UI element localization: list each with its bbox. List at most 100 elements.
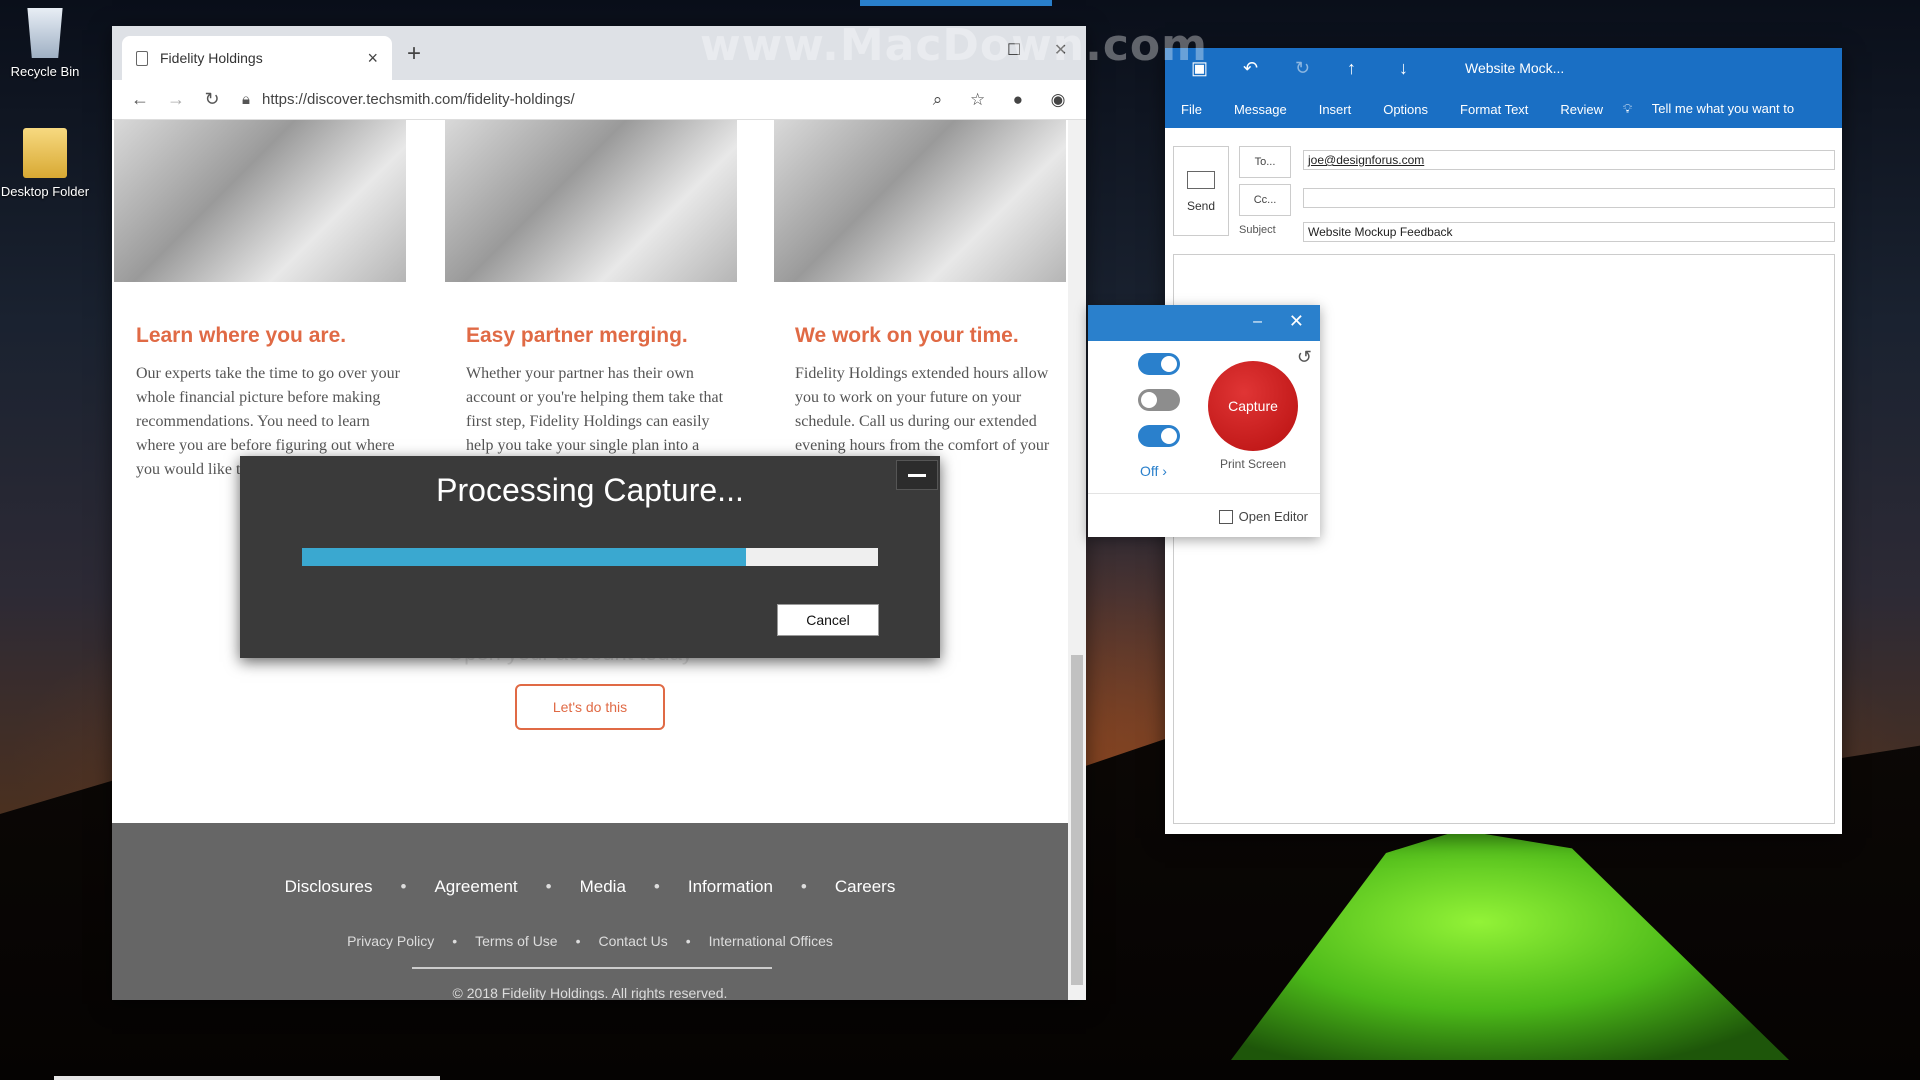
capture-button[interactable]: Capture [1208, 361, 1298, 451]
account-icon[interactable]: ● [1000, 90, 1036, 110]
toggle-knob [1161, 428, 1177, 444]
cc-field[interactable] [1303, 188, 1835, 208]
footer-separator: • [575, 933, 581, 949]
widget-minimize-icon[interactable]: – [1253, 313, 1262, 331]
progress-fill [302, 548, 746, 566]
send-button[interactable]: Send [1173, 146, 1229, 236]
capture-toggle-2[interactable] [1138, 389, 1180, 411]
up-arrow-icon[interactable]: ↑ [1347, 58, 1356, 79]
tell-me-box[interactable]: 💡︎ Tell me what you want to [1623, 101, 1810, 117]
redo-icon[interactable]: ↻ [1295, 58, 1310, 79]
processing-capture-dialog: Processing Capture... Cancel [240, 456, 940, 658]
address-bar: ← → ↻ 🔒︎ https://discover.techsmith.com/… [112, 80, 1086, 120]
delay-off-selector[interactable]: Off › [1140, 463, 1167, 479]
footer-link-media[interactable]: Media [580, 877, 626, 897]
ribbon-tab-insert[interactable]: Insert [1319, 102, 1352, 117]
capture-widget: – ✕ Off › Capture ↺ Print Screen Open Ed… [1088, 305, 1320, 537]
browser-tab[interactable]: Fidelity Holdings × [122, 36, 392, 80]
toggle-knob [1141, 392, 1157, 408]
open-editor-button[interactable]: Open Editor [1218, 509, 1308, 524]
footer-link-international[interactable]: International Offices [709, 933, 833, 949]
back-icon[interactable]: ← [122, 89, 158, 110]
tab-close-icon[interactable]: × [367, 48, 378, 69]
to-field[interactable]: joe@designforus.com [1303, 150, 1835, 170]
footer-divider [412, 967, 772, 969]
tab-title: Fidelity Holdings [160, 50, 263, 66]
ribbon-tab-options[interactable]: Options [1383, 102, 1428, 117]
footer-main-links: Disclosures • Agreement • Media • Inform… [112, 877, 1068, 897]
feature-column-2: Easy partner merging. Whether your partn… [466, 324, 736, 458]
footer-separator: • [685, 933, 691, 949]
feature-text-2: Whether your partner has their own accou… [466, 365, 724, 454]
bookmark-star-icon[interactable]: ☆ [960, 90, 996, 110]
footer-separator: • [452, 933, 458, 949]
delay-off-label: Off [1140, 463, 1159, 479]
footer-separator: • [545, 877, 552, 896]
recycle-bin-shortcut[interactable]: Recycle Bin [0, 8, 90, 79]
capture-toggle-3[interactable] [1138, 425, 1180, 447]
footer-link-agreement[interactable]: Agreement [434, 877, 517, 897]
footer-sub-links: Privacy Policy • Terms of Use • Contact … [112, 933, 1068, 949]
feature-heading-1: Learn where you are. [136, 324, 347, 347]
outlook-window-title: Website Mock... [1465, 60, 1565, 76]
feature-heading-3: We work on your time. [795, 324, 1019, 347]
page-icon [136, 50, 148, 66]
ribbon-tab-message[interactable]: Message [1234, 102, 1287, 117]
extension-icon[interactable]: ◉ [1040, 90, 1076, 110]
ribbon-tab-format-text[interactable]: Format Text [1460, 102, 1528, 117]
footer-copyright: © 2018 Fidelity Holdings. All rights res… [452, 985, 728, 1000]
lock-icon: 🔒︎ [242, 91, 250, 108]
footer-link-disclosures[interactable]: Disclosures [285, 877, 373, 897]
footer-separator: • [800, 877, 807, 896]
page-footer: Disclosures • Agreement • Media • Inform… [112, 823, 1068, 1000]
ribbon-tab-file[interactable]: File [1181, 102, 1202, 117]
reset-icon[interactable]: ↺ [1297, 347, 1312, 368]
edit-icon [1218, 509, 1233, 524]
undo-icon[interactable]: ↶ [1243, 58, 1258, 79]
url-field[interactable]: 🔒︎ https://discover.techsmith.com/fideli… [242, 91, 919, 108]
bottom-strip [54, 1076, 440, 1080]
photo-meeting [114, 120, 406, 282]
outlook-ribbon: File Message Insert Options Format Text … [1165, 90, 1842, 128]
forward-icon[interactable]: → [158, 89, 194, 110]
footer-link-privacy[interactable]: Privacy Policy [347, 933, 434, 949]
scrollbar-thumb[interactable] [1071, 655, 1083, 985]
outlook-titlebar: ▣ ↶ ↻ ↑ ↓ Website Mock... [1165, 48, 1842, 90]
processing-progress-bar [302, 548, 878, 566]
subject-field[interactable]: Website Mockup Feedback [1303, 222, 1835, 242]
footer-link-contact[interactable]: Contact Us [599, 933, 668, 949]
folder-icon [23, 128, 67, 178]
photo-phone [774, 120, 1066, 282]
top-indicator-strip [860, 0, 1052, 6]
footer-separator: • [653, 877, 660, 896]
desktop-folder-label: Desktop Folder [0, 184, 90, 199]
footer-link-careers[interactable]: Careers [835, 877, 895, 897]
url-text: https://discover.techsmith.com/fidelity-… [261, 91, 575, 108]
ribbon-tab-review[interactable]: Review [1560, 102, 1603, 117]
print-screen-label: Print Screen [1219, 457, 1287, 471]
lets-do-this-button[interactable]: Let's do this [515, 684, 665, 730]
send-label: Send [1186, 199, 1216, 213]
toggle-knob [1161, 356, 1177, 372]
dialog-minimize-button[interactable] [896, 460, 938, 490]
recycle-bin-label: Recycle Bin [10, 64, 80, 79]
widget-close-icon[interactable]: ✕ [1289, 311, 1304, 332]
open-editor-label: Open Editor [1238, 509, 1308, 524]
cancel-button[interactable]: Cancel [777, 604, 879, 636]
footer-link-information[interactable]: Information [688, 877, 773, 897]
desktop-folder-shortcut[interactable]: Desktop Folder [0, 128, 90, 199]
photo-tablet [445, 120, 737, 282]
cc-button[interactable]: Cc... [1239, 184, 1291, 216]
down-arrow-icon[interactable]: ↓ [1399, 58, 1408, 79]
recycle-bin-icon [27, 8, 63, 58]
reload-icon[interactable]: ↻ [194, 89, 230, 110]
zoom-icon[interactable]: ⌕ [919, 90, 955, 110]
footer-link-terms[interactable]: Terms of Use [475, 933, 557, 949]
watermark: www.MacDown.com [700, 20, 1209, 71]
page-scrollbar[interactable] [1068, 120, 1086, 1000]
subject-label: Subject [1239, 224, 1276, 236]
processing-title: Processing Capture... [436, 472, 744, 508]
to-button[interactable]: To... [1239, 146, 1291, 178]
capture-toggle-1[interactable] [1138, 353, 1180, 375]
new-tab-icon[interactable]: + [407, 40, 421, 68]
